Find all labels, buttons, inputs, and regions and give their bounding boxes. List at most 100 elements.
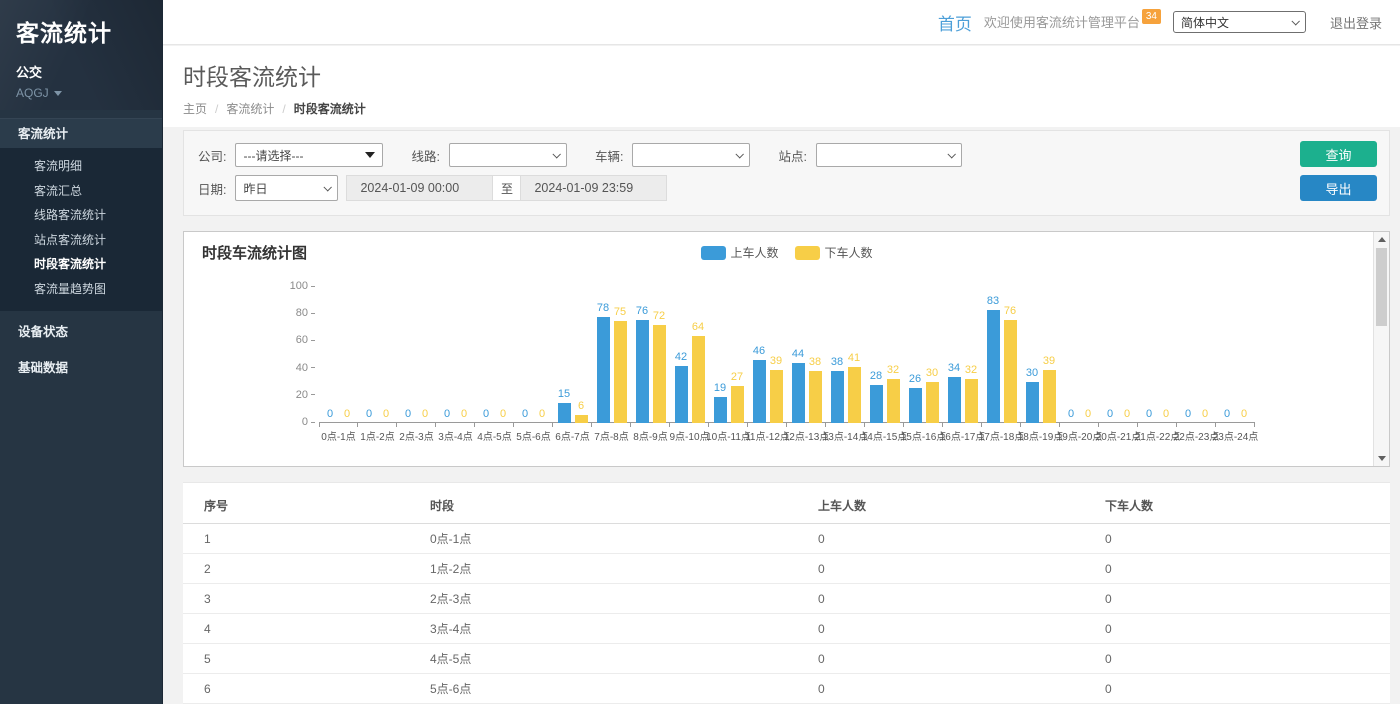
bar[interactable] xyxy=(809,371,822,423)
bar[interactable] xyxy=(675,366,688,423)
legend-item[interactable]: 下车人数 xyxy=(795,244,873,261)
x-tick-label: 6点-7点 xyxy=(555,428,589,443)
chart-category-group: 283214点-15点 xyxy=(865,287,904,422)
bar[interactable] xyxy=(653,325,666,423)
bar-value-label: 30 xyxy=(926,367,938,380)
date-preset-select[interactable]: 昨日 xyxy=(235,175,338,201)
chart-scrollbar[interactable] xyxy=(1373,232,1389,466)
bar-value-label: 0 xyxy=(1241,408,1247,421)
x-tick-label: 3点-4点 xyxy=(438,428,472,443)
date-start-input[interactable]: 2024-01-09 00:00 xyxy=(346,175,493,201)
table-header-row: 序号时段上车人数下车人数 xyxy=(183,483,1390,524)
table-cell: 6 xyxy=(183,674,430,704)
search-button[interactable]: 查询 xyxy=(1300,141,1377,167)
bar-value-label: 19 xyxy=(714,382,726,395)
table-cell: 0 xyxy=(818,584,1105,614)
sidebar-item[interactable]: 客流明细 xyxy=(0,154,162,179)
scroll-down-icon[interactable] xyxy=(1378,456,1386,461)
bar[interactable] xyxy=(714,397,727,423)
sidebar-item[interactable]: 线路客流统计 xyxy=(0,203,162,228)
x-tick-label: 1点-2点 xyxy=(360,428,394,443)
bar-value-label: 41 xyxy=(848,352,860,365)
y-tick-label: 100 xyxy=(290,280,315,292)
bar-value-label: 0 xyxy=(1085,408,1091,421)
table-row: 54点-5点00 xyxy=(183,644,1390,674)
bar[interactable] xyxy=(965,379,978,423)
bar[interactable] xyxy=(731,386,744,423)
sidebar-section[interactable]: 客流统计 xyxy=(0,118,162,148)
chart-y-axis: 020406080100 xyxy=(275,287,315,423)
bar[interactable] xyxy=(926,382,939,423)
legend-item[interactable]: 上车人数 xyxy=(700,244,778,261)
table-cell: 0 xyxy=(818,644,1105,674)
sidebar-logo-area: 客流统计 公交 AQGJ xyxy=(0,0,162,110)
breadcrumb-item[interactable]: 主页 xyxy=(183,100,207,117)
bar-value-label: 0 xyxy=(483,408,489,421)
bar[interactable] xyxy=(597,317,610,423)
sidebar-item[interactable]: 站点客流统计 xyxy=(0,228,162,253)
chart-category-group: 1566点-7点 xyxy=(553,287,592,422)
chart-panel: 时段车流统计图 上车人数下车人数 020406080100 000点-1点001… xyxy=(183,231,1390,467)
sidebar-section[interactable]: 设备状态 xyxy=(0,317,162,347)
chart-category-group: 42649点-10点 xyxy=(670,287,709,422)
sidebar-item[interactable]: 客流量趋势图 xyxy=(0,277,162,302)
bar[interactable] xyxy=(558,403,571,423)
bar-value-label: 0 xyxy=(383,408,389,421)
bar[interactable] xyxy=(770,370,783,423)
chart-category-group: 192710点-11点 xyxy=(709,287,748,422)
org-switcher[interactable]: AQGJ xyxy=(16,86,146,100)
chart-category-group: 002点-3点 xyxy=(397,287,436,422)
bar-value-label: 39 xyxy=(1043,355,1055,368)
bar[interactable] xyxy=(614,321,627,423)
breadcrumb: 主页/客流统计/时段客流统计 xyxy=(183,100,1400,117)
bar-value-label: 34 xyxy=(948,362,960,375)
home-link[interactable]: 首页 xyxy=(938,10,972,35)
bar[interactable] xyxy=(909,388,922,423)
bar[interactable] xyxy=(1004,320,1017,423)
bar[interactable] xyxy=(575,415,588,423)
chart-category-group: 443812点-13点 xyxy=(787,287,826,422)
bar[interactable] xyxy=(887,379,900,423)
breadcrumb-item[interactable]: 客流统计 xyxy=(226,100,274,117)
language-select[interactable]: 简体中文 xyxy=(1173,11,1306,33)
sidebar-section[interactable]: 基础数据 xyxy=(0,353,162,383)
breadcrumb-item: 时段客流统计 xyxy=(294,100,366,117)
scroll-up-icon[interactable] xyxy=(1378,237,1386,242)
date-end-input[interactable]: 2024-01-09 23:59 xyxy=(520,175,667,201)
x-tick-label: 0点-1点 xyxy=(321,428,355,443)
bar-value-label: 32 xyxy=(965,364,977,377)
bar-value-label: 6 xyxy=(578,400,584,413)
bar[interactable] xyxy=(636,320,649,423)
export-button[interactable]: 导出 xyxy=(1300,175,1377,201)
bar[interactable] xyxy=(692,336,705,423)
bar[interactable] xyxy=(1026,382,1039,423)
company-select-value: ---请选择--- xyxy=(243,147,303,164)
legend-label: 上车人数 xyxy=(730,244,778,261)
sidebar-item[interactable]: 客流汇总 xyxy=(0,179,162,204)
sidebar: 客流统计 公交 AQGJ 客流统计客流明细客流汇总线路客流统计站点客流统计时段客… xyxy=(0,0,163,704)
chevron-down-icon xyxy=(1291,17,1299,25)
bar[interactable] xyxy=(870,385,883,423)
x-tick-label: 5点-6点 xyxy=(516,428,550,443)
table-cell: 0 xyxy=(1105,644,1390,674)
x-tick-label: 7点-8点 xyxy=(594,428,628,443)
legend-marker-icon xyxy=(795,246,820,260)
bar[interactable] xyxy=(848,367,861,423)
scrollbar-thumb[interactable] xyxy=(1376,248,1387,326)
table-cell: 0 xyxy=(818,674,1105,704)
logout-link[interactable]: 退出登录 xyxy=(1318,13,1382,32)
bar[interactable] xyxy=(831,371,844,423)
bar[interactable] xyxy=(792,363,805,423)
table-cell: 0 xyxy=(1105,524,1390,554)
chevron-down-icon xyxy=(552,150,560,158)
bar[interactable] xyxy=(948,377,961,423)
line-select[interactable] xyxy=(449,143,567,167)
station-select[interactable] xyxy=(816,143,962,167)
bar[interactable] xyxy=(1043,370,1056,423)
bar-value-label: 0 xyxy=(461,408,467,421)
bar[interactable] xyxy=(987,310,1000,423)
vehicle-select[interactable] xyxy=(632,143,750,167)
company-select[interactable]: ---请选择--- xyxy=(235,143,383,167)
sidebar-item[interactable]: 时段客流统计 xyxy=(0,252,162,277)
bar[interactable] xyxy=(753,360,766,423)
